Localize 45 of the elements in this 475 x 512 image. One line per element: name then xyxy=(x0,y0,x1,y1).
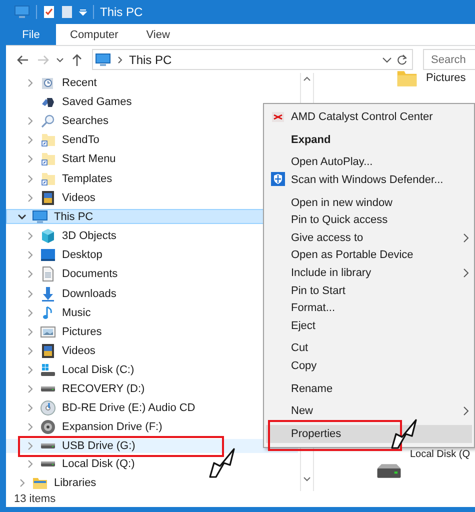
menu-item[interactable]: Eject xyxy=(266,317,472,335)
tree-item[interactable]: Recent xyxy=(6,75,102,90)
tree-item[interactable]: Saved Games xyxy=(6,94,137,110)
menu-item[interactable]: Give access to xyxy=(266,229,472,247)
tree-item[interactable]: Documents xyxy=(6,266,123,282)
menu-item[interactable]: Include in library xyxy=(266,264,472,282)
menu-item[interactable]: Expand xyxy=(266,131,472,149)
tree-item[interactable]: Libraries xyxy=(6,475,102,490)
tree-item[interactable]: BD-RE Drive (E:) Audio CD xyxy=(6,400,200,416)
menu-item[interactable]: Pin to Start xyxy=(266,282,472,300)
menu-item[interactable]: Open in new window xyxy=(266,194,472,212)
tree-item[interactable]: Local Disk (Q:) xyxy=(6,456,140,471)
search-field[interactable]: Search xyxy=(423,49,475,70)
tree-item[interactable]: SendTo xyxy=(6,132,104,148)
address-bar[interactable]: This PC xyxy=(92,49,413,70)
tree-item[interactable]: Videos xyxy=(6,344,100,359)
tree-item[interactable]: Desktop xyxy=(6,248,108,263)
window-title: This PC xyxy=(100,5,143,19)
item-label[interactable]: Local Disk (Q xyxy=(410,449,470,460)
menu-item[interactable]: Cut xyxy=(266,340,472,358)
tree-item[interactable]: Local Disk (C:) xyxy=(6,362,140,378)
menu-item[interactable]: Open AutoPlay... xyxy=(266,154,472,172)
menu-item[interactable]: Scan with Windows Defender... xyxy=(266,171,472,189)
tree-item[interactable]: Downloads xyxy=(6,286,122,302)
menu-item[interactable]: Copy xyxy=(266,357,472,375)
ribbon-tab[interactable]: File xyxy=(6,24,56,45)
status-text: 13 items xyxy=(14,492,56,504)
ribbon-tab[interactable]: Computer xyxy=(56,24,132,45)
tree-item[interactable]: Searches xyxy=(6,113,114,128)
tree-item[interactable]: Music xyxy=(6,305,96,320)
menu-item[interactable]: Properties xyxy=(266,425,472,443)
ribbon-tab[interactable]: View xyxy=(132,24,184,45)
tree-item[interactable]: RECOVERY (D:) xyxy=(6,382,150,396)
tree-item[interactable]: Templates xyxy=(6,171,118,186)
tree-item[interactable]: Expansion Drive (F:) xyxy=(6,419,168,434)
menu-item[interactable]: Open as Portable Device xyxy=(266,246,472,264)
tree-item[interactable]: 3D Objects xyxy=(6,228,122,244)
menu-item[interactable]: Rename xyxy=(266,380,472,398)
tree-item[interactable]: Videos xyxy=(6,190,100,206)
item-label[interactable]: Pictures xyxy=(426,72,466,84)
menu-item[interactable]: AMD Catalyst Control Center xyxy=(266,108,472,126)
tree-item[interactable]: Start Menu xyxy=(6,152,121,167)
menu-item[interactable]: Format... xyxy=(266,299,472,318)
tree-item[interactable]: Pictures xyxy=(6,324,107,340)
menu-item[interactable]: New xyxy=(266,402,472,420)
